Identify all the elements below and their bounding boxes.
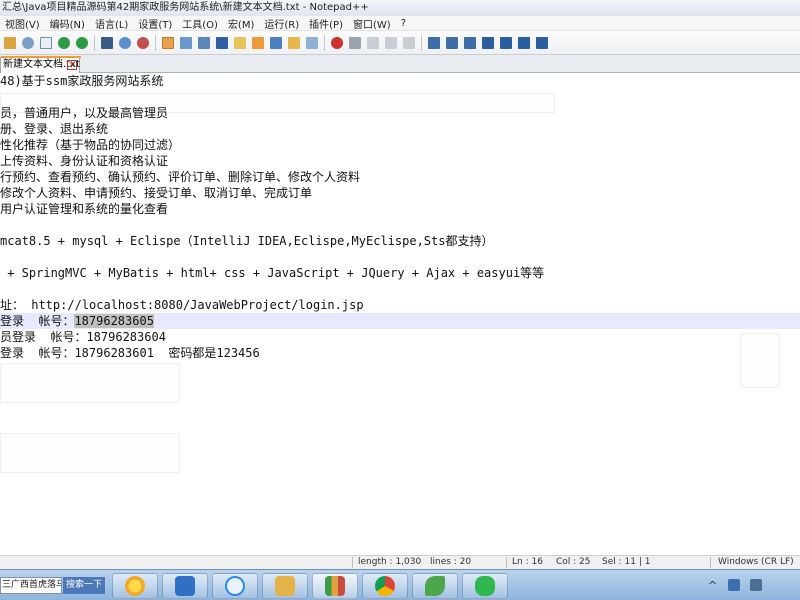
editor-line: 址： http://localhost:8080/JavaWebProject/… [0, 298, 364, 312]
ghost-overlay [0, 433, 180, 473]
baidu-cloud-icon [225, 576, 245, 596]
leaf-icon [425, 576, 445, 596]
taskbar-app[interactable] [412, 573, 458, 599]
taskbar-app[interactable] [462, 573, 508, 599]
editor-line: 员，普通用户，以及最高管理员 [0, 106, 169, 120]
undo-icon[interactable] [55, 34, 72, 51]
volume-icon[interactable] [750, 579, 762, 591]
taskbar-app[interactable] [212, 573, 258, 599]
editor-line: 上传资料、身份认证和资格认证 [0, 154, 169, 168]
wrap-icon[interactable] [177, 34, 194, 51]
editor-line: 行预约、查看预约、确认预约、评价订单、删除订单、修改个人资料 [0, 170, 361, 184]
toolbar [0, 31, 800, 55]
pen-icon [175, 576, 195, 596]
menu-bar: 视图(V) 编码(N) 语言(L) 设置(T) 工具(O) 宏(M) 运行(R)… [0, 16, 800, 31]
status-eol: Windows (CR LF) [718, 557, 794, 567]
redo-icon[interactable] [73, 34, 90, 51]
network-icon[interactable] [728, 579, 740, 591]
taskbar-app[interactable] [162, 573, 208, 599]
show-all-icon[interactable] [195, 34, 212, 51]
status-ln: Ln : 16 [512, 557, 543, 567]
taskbar-app[interactable] [362, 573, 408, 599]
ghost-overlay [0, 363, 180, 403]
indent-guide-icon[interactable] [213, 34, 230, 51]
doc-map-icon[interactable] [249, 34, 266, 51]
taskbar-app[interactable] [312, 573, 358, 599]
cut-icon[interactable] [19, 34, 36, 51]
bookmark-icon[interactable] [231, 34, 248, 51]
menu-plugins[interactable]: 插件(P) [304, 16, 348, 31]
rows-icon[interactable] [515, 34, 532, 51]
menu-view[interactable]: 视图(V) [0, 16, 45, 31]
window-title: 汇总\Java项目精品源码第42期家政服务网站系统\新建文本文档.txt - N… [0, 0, 800, 16]
move-down-icon[interactable] [497, 34, 514, 51]
menu-settings[interactable]: 设置(T) [133, 16, 177, 31]
wechat-icon [475, 576, 495, 596]
editor-line: 修改个人资料、申请预约、接受订单、取消订单、完成订单 [0, 186, 313, 200]
chrome-icon [375, 576, 395, 596]
editor-line: + SpringMVC + MyBatis + html+ css + Java… [0, 266, 545, 280]
editor-line: 登录 帐号：18796283601 密码都是123456 [0, 346, 260, 360]
taskbar-search-button[interactable]: 搜索一下 [63, 577, 105, 594]
zoom-in-icon[interactable] [116, 34, 133, 51]
tab-document[interactable]: 新建文本文档.txt × [0, 56, 81, 73]
editor-current-line: 登录 帐号：18796283605 [0, 313, 800, 329]
menu-tools[interactable]: 工具(O) [177, 16, 223, 31]
close-icon[interactable]: × [67, 60, 77, 70]
editor-line: 用户认证管理和系统的量化查看 [0, 202, 169, 216]
panel-icon[interactable] [533, 34, 550, 51]
stop-icon[interactable] [346, 34, 363, 51]
taskbar-search-input[interactable]: 三广西首虎落马 [0, 577, 62, 594]
grid-icon[interactable] [461, 34, 478, 51]
run-macro-icon[interactable] [382, 34, 399, 51]
file-explorer-icon [275, 576, 295, 596]
editor-line: 性化推荐（基于物品的协同过滤） [0, 138, 181, 152]
menu-run[interactable]: 运行(R) [259, 16, 304, 31]
menu-encoding[interactable]: 编码(N) [45, 16, 90, 31]
paste-icon[interactable] [1, 34, 18, 51]
menu-macro[interactable]: 宏(M) [223, 16, 259, 31]
editor[interactable]: 48)基于ssm家政服务网站系统 员，普通用户，以及最高管理员 册、登录、退出系… [0, 73, 800, 555]
editor-line: 48)基于ssm家政服务网站系统 [0, 74, 164, 88]
tray-expand[interactable]: ^ [708, 579, 717, 592]
taskbar-app[interactable] [112, 573, 158, 599]
status-lines: lines : 20 [430, 557, 472, 567]
monitor-icon[interactable] [303, 34, 320, 51]
editor-line: 册、登录、退出系统 [0, 122, 109, 136]
sync-scroll-icon[interactable] [159, 34, 176, 51]
copy-icon[interactable] [37, 34, 54, 51]
move-up-icon[interactable] [479, 34, 496, 51]
taskbar-app[interactable] [262, 573, 308, 599]
find-icon[interactable] [98, 34, 115, 51]
menu-window[interactable]: 窗口(W) [348, 16, 396, 31]
play-icon[interactable] [364, 34, 381, 51]
editor-line-prefix: 登录 帐号： [0, 314, 75, 328]
zoom-out-icon[interactable] [134, 34, 151, 51]
status-bar: length : 1,030 lines : 20 Ln : 16 Col : … [0, 555, 800, 569]
menu-language[interactable]: 语言(L) [90, 16, 133, 31]
editor-selection: 18796283605 [74, 314, 154, 328]
extra-icon[interactable] [425, 34, 442, 51]
status-sel: Sel : 11 | 1 [602, 557, 651, 567]
tab-bar: 新建文本文档.txt × [0, 55, 800, 73]
taskbar: 三广西首虎落马 搜索一下 ^ [0, 569, 800, 600]
save-macro-icon[interactable] [400, 34, 417, 51]
folder-icon[interactable] [285, 34, 302, 51]
function-list-icon[interactable] [267, 34, 284, 51]
menu-help[interactable]: ? [396, 18, 411, 29]
record-icon[interactable] [328, 34, 345, 51]
editor-line: 员登录 帐号：18796283604 [0, 330, 166, 344]
status-length: length : 1,030 [358, 557, 422, 567]
chart-icon [325, 576, 345, 596]
status-col: Col : 25 [556, 557, 591, 567]
sun-icon [125, 576, 145, 596]
editor-line: mcat8.5 + mysql + Eclispe（IntelliJ IDEA,… [0, 234, 494, 248]
list-icon[interactable] [443, 34, 460, 51]
tab-accent [1, 56, 81, 58]
